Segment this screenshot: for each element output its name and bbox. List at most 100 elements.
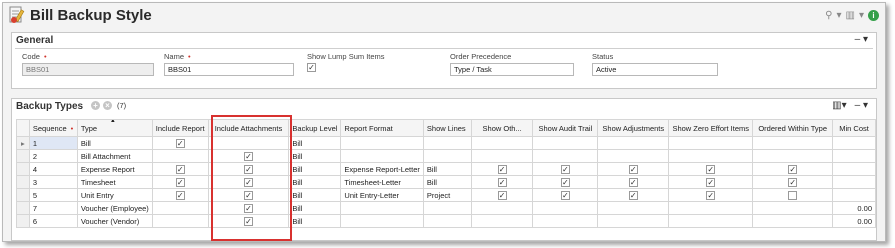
cell-backup-level[interactable]: Bill xyxy=(288,149,342,163)
checkbox[interactable]: ✓ xyxy=(497,190,507,200)
cell-backup-level[interactable]: Bill xyxy=(288,175,342,189)
cell-show-zero-effort[interactable] xyxy=(668,214,754,228)
cell-sequence[interactable]: 5 xyxy=(28,188,78,202)
cell-show-zero-effort[interactable]: ✓ xyxy=(668,188,754,202)
checkbox[interactable]: ✓ xyxy=(243,177,253,187)
collapse-icon[interactable]: – ▾ xyxy=(855,100,868,111)
cell-report-format[interactable] xyxy=(340,214,424,228)
cell-show-audit-trail[interactable] xyxy=(532,214,599,228)
cell-show-adjustments[interactable]: ✓ xyxy=(597,188,670,202)
columns-icon[interactable]: ▥▾ xyxy=(832,100,846,111)
cell-include-report[interactable] xyxy=(151,149,209,163)
cell-min-cost[interactable] xyxy=(832,175,876,189)
cell-report-format[interactable]: Unit Entry-Letter xyxy=(340,188,424,202)
row-indicator[interactable] xyxy=(16,162,30,176)
row-indicator[interactable] xyxy=(16,188,30,202)
column-header-backup-level[interactable]: Backup Level xyxy=(288,119,342,137)
cell-min-cost[interactable]: 0.00 xyxy=(832,201,876,215)
checkbox[interactable]: ✓ xyxy=(243,164,253,174)
cell-min-cost[interactable] xyxy=(832,136,876,150)
row-indicator[interactable]: ▸ xyxy=(16,136,30,150)
cell-show-adjustments[interactable] xyxy=(597,214,670,228)
cell-show-audit-trail[interactable]: ✓ xyxy=(532,162,599,176)
cell-ordered-within-type[interactable] xyxy=(752,136,834,150)
column-header-type[interactable]: Type ▲ xyxy=(76,119,153,137)
checkbox[interactable]: ✓ xyxy=(788,164,798,174)
checkbox[interactable]: ✓ xyxy=(175,190,185,200)
cell-show-other[interactable]: ✓ xyxy=(470,175,534,189)
checkbox[interactable] xyxy=(788,190,798,200)
table-row[interactable]: 7 Voucher (Employee) ✓ Bill 0.00 xyxy=(16,201,876,215)
checkbox[interactable]: ✓ xyxy=(706,164,716,174)
checkbox[interactable]: ✓ xyxy=(175,164,185,174)
cell-include-attachments[interactable]: ✓ xyxy=(207,188,290,202)
row-indicator[interactable] xyxy=(16,214,30,228)
checkbox[interactable]: ✓ xyxy=(628,164,638,174)
cell-show-lines[interactable]: Bill xyxy=(422,175,472,189)
cell-show-adjustments[interactable]: ✓ xyxy=(597,162,670,176)
info-icon[interactable]: i xyxy=(868,10,879,21)
column-header-show-adjustments[interactable]: Show Adjustments xyxy=(597,119,670,137)
add-icon[interactable]: + xyxy=(91,101,100,110)
cell-show-other[interactable] xyxy=(470,136,534,150)
row-indicator[interactable] xyxy=(16,175,30,189)
cell-include-attachments[interactable]: ✓ xyxy=(207,149,290,163)
cell-min-cost[interactable] xyxy=(832,149,876,163)
cell-report-format[interactable] xyxy=(340,149,424,163)
cell-report-format[interactable]: Timesheet-Letter xyxy=(340,175,424,189)
cell-sequence[interactable]: 1 xyxy=(28,136,78,150)
table-row[interactable]: 5 Unit Entry ✓ ✓ Bill Unit Entry-Letter Projec… xyxy=(16,188,876,202)
cell-min-cost[interactable] xyxy=(832,188,876,202)
cell-type[interactable]: Timesheet xyxy=(76,175,153,189)
cell-show-zero-effort[interactable] xyxy=(668,201,754,215)
collapse-icon[interactable]: – ▾ xyxy=(855,34,868,45)
checkbox[interactable]: ✓ xyxy=(497,164,507,174)
column-header-show-lines[interactable]: Show Lines xyxy=(422,119,472,137)
cell-min-cost[interactable]: 0.00 xyxy=(832,214,876,228)
cell-ordered-within-type[interactable]: ✓ xyxy=(752,175,834,189)
cell-backup-level[interactable]: Bill xyxy=(288,136,342,150)
checkbox[interactable]: ✓ xyxy=(243,190,253,200)
cell-show-audit-trail[interactable] xyxy=(532,136,599,150)
checkbox[interactable]: ✓ xyxy=(243,151,253,161)
cell-show-zero-effort[interactable] xyxy=(668,149,754,163)
cell-show-audit-trail[interactable]: ✓ xyxy=(532,188,599,202)
cell-show-other[interactable] xyxy=(470,149,534,163)
cell-backup-level[interactable]: Bill xyxy=(288,201,342,215)
cell-type[interactable]: Expense Report xyxy=(76,162,153,176)
cell-show-lines[interactable] xyxy=(422,149,472,163)
cell-include-report[interactable]: ✓ xyxy=(151,162,209,176)
column-header-ordered-within-type[interactable]: Ordered Within Type xyxy=(752,119,834,137)
cell-type[interactable]: Bill Attachment xyxy=(76,149,153,163)
name-input[interactable]: BBS01 xyxy=(164,63,294,76)
pin-icon[interactable]: ⚲ xyxy=(825,10,832,21)
row-indicator[interactable] xyxy=(16,149,30,163)
cell-backup-level[interactable]: Bill xyxy=(288,162,342,176)
cell-backup-level[interactable]: Bill xyxy=(288,214,342,228)
cell-show-lines[interactable]: Project xyxy=(422,188,472,202)
cell-ordered-within-type[interactable] xyxy=(752,188,834,202)
cell-show-adjustments[interactable] xyxy=(597,149,670,163)
table-row[interactable]: 3 Timesheet ✓ ✓ Bill Timesheet-Letter Bill ✓ ✓ ✓ ✓… xyxy=(16,175,876,189)
cell-ordered-within-type[interactable] xyxy=(752,149,834,163)
checkbox[interactable]: ✓ xyxy=(175,177,185,187)
cell-report-format[interactable] xyxy=(340,201,424,215)
column-header-show-audit-trail[interactable]: Show Audit Trail xyxy=(532,119,599,137)
cell-show-adjustments[interactable] xyxy=(597,201,670,215)
cell-sequence[interactable]: 4 xyxy=(28,162,78,176)
cell-ordered-within-type[interactable] xyxy=(752,201,834,215)
row-indicator[interactable] xyxy=(16,201,30,215)
cell-include-report[interactable]: ✓ xyxy=(151,188,209,202)
column-header-show-other[interactable]: Show Oth... xyxy=(470,119,534,137)
cell-include-report[interactable] xyxy=(151,201,209,215)
table-row[interactable]: ▸ 1 Bill ✓ Bill xyxy=(16,136,876,150)
checkbox[interactable]: ✓ xyxy=(628,177,638,187)
cell-show-lines[interactable]: Bill xyxy=(422,162,472,176)
checkbox[interactable]: ✓ xyxy=(560,177,570,187)
column-header-include-report[interactable]: Include Report xyxy=(151,119,209,137)
cell-include-report[interactable] xyxy=(151,214,209,228)
order-precedence-select[interactable]: Type / Task xyxy=(450,63,574,76)
cell-show-other[interactable] xyxy=(470,201,534,215)
cell-show-audit-trail[interactable] xyxy=(532,149,599,163)
cell-show-zero-effort[interactable]: ✓ xyxy=(668,175,754,189)
